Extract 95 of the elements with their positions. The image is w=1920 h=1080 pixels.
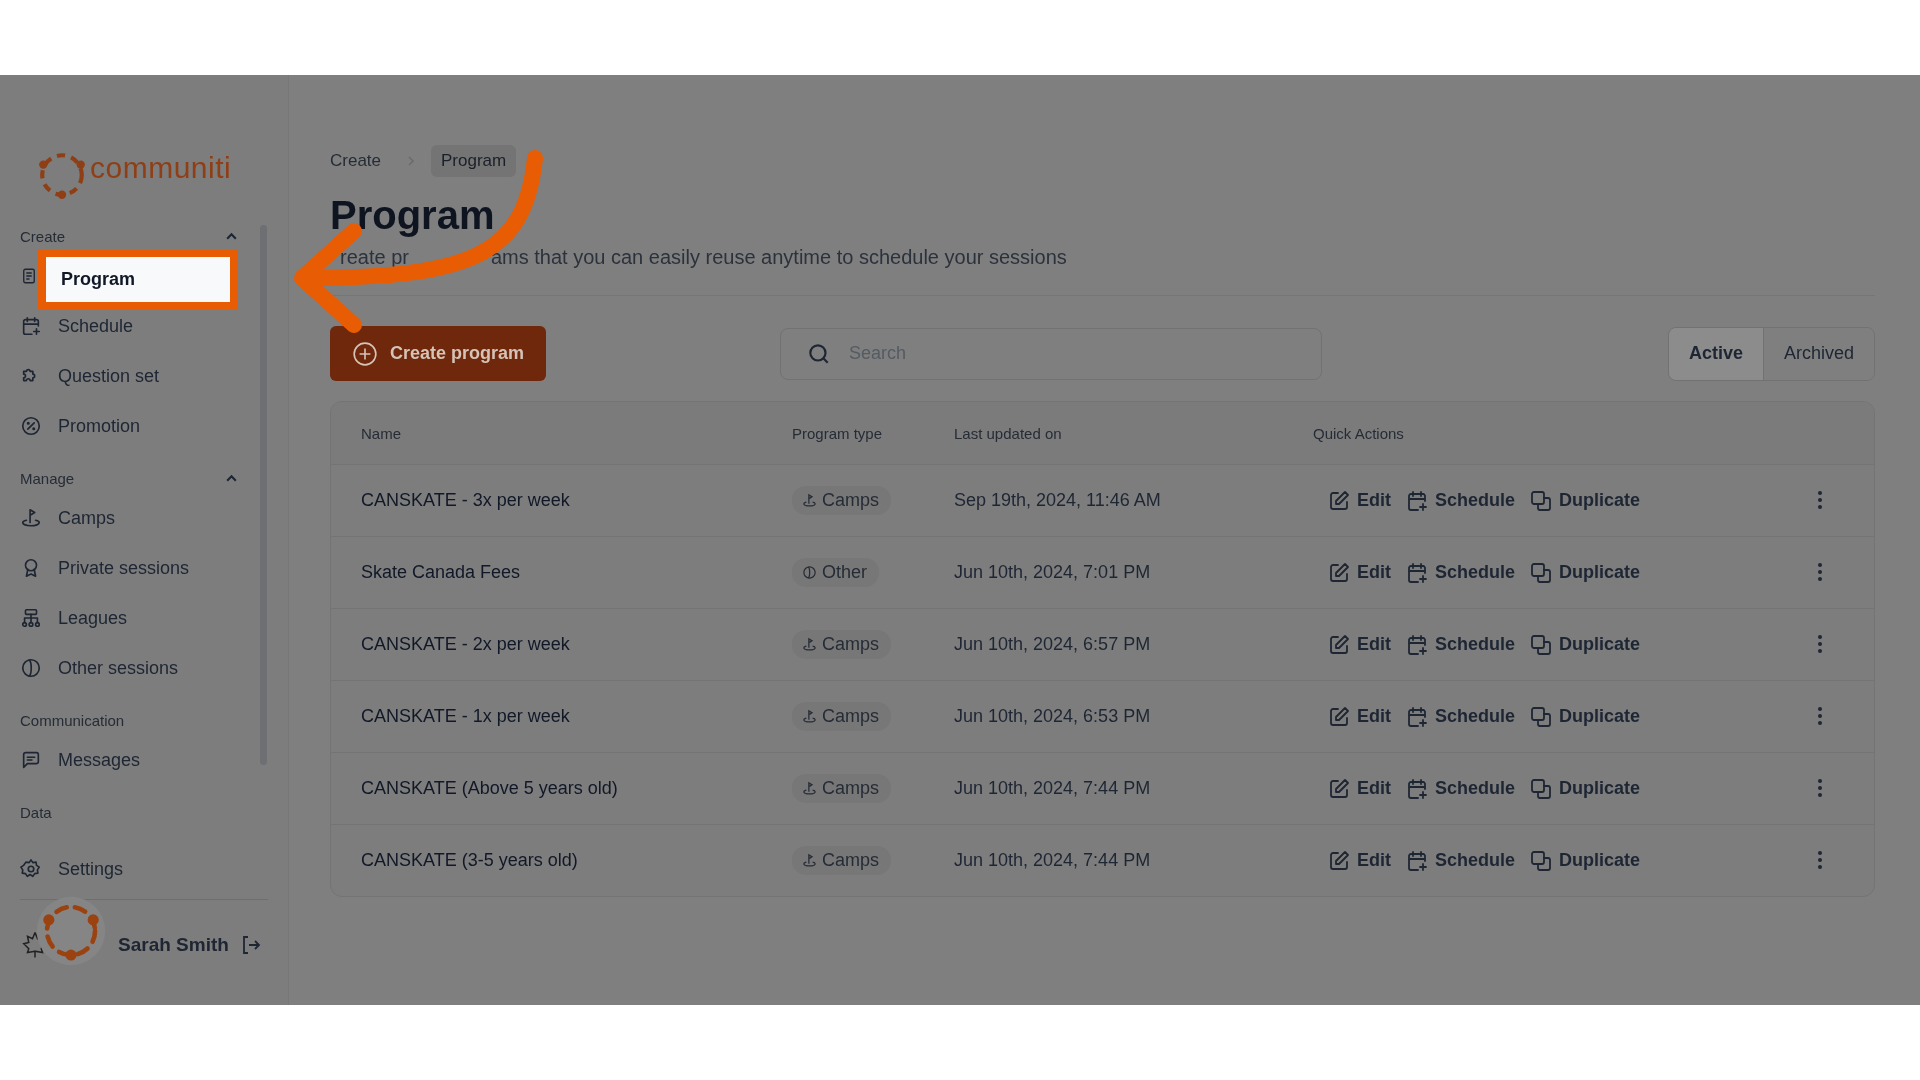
nav-item[interactable]: Question set: [58, 365, 160, 387]
half-circle-icon: [802, 565, 817, 580]
column-header: Quick Actions: [1313, 424, 1405, 442]
program-type-badge: Camps: [792, 630, 891, 659]
copy-icon: [1529, 632, 1554, 657]
bracket-icon: [20, 607, 42, 629]
copy-icon: [1529, 704, 1554, 729]
brand-name: communiti: [90, 151, 232, 185]
copy-icon: [1529, 488, 1554, 513]
table-cell-text: CANSKATE - 1x per week: [361, 706, 571, 727]
pencil-icon: [1327, 632, 1351, 657]
quick-action-button[interactable]: Duplicate: [1529, 776, 1641, 801]
calendar-plus-icon: [1405, 632, 1429, 657]
calendar-plus-icon: [1405, 704, 1429, 729]
nav-item[interactable]: Private sessions: [58, 557, 190, 579]
quick-action-button[interactable]: Schedule: [1405, 704, 1516, 729]
quick-action-button[interactable]: Edit: [1327, 560, 1391, 585]
copy-icon: [1529, 848, 1554, 873]
program-type-badge: Other: [792, 558, 880, 587]
page-title: Program: [330, 193, 496, 238]
quick-action-button[interactable]: Schedule: [1405, 632, 1516, 657]
table-cell-text: Jun 10th, 2024, 7:44 PM: [954, 850, 1152, 871]
percent-icon: [20, 415, 42, 437]
quick-action-button[interactable]: Edit: [1327, 776, 1391, 801]
copy-icon: [1529, 560, 1554, 585]
pencil-icon: [1327, 560, 1351, 585]
column-header: Program type: [792, 424, 884, 442]
flag-icon: [802, 781, 817, 796]
create-program-button[interactable]: Create program: [330, 326, 547, 381]
pencil-icon: [1327, 848, 1351, 873]
section-label: Communication: [20, 711, 125, 729]
nav-item[interactable]: Program: [38, 248, 238, 310]
calendar-plus-icon: [1405, 776, 1429, 801]
settings-icon: [20, 858, 42, 880]
column-header: Last updated on: [954, 424, 1063, 442]
nav-item[interactable]: Other sessions: [58, 657, 179, 679]
quick-action-button[interactable]: Edit: [1327, 704, 1391, 729]
program-type-badge: Camps: [792, 846, 891, 875]
table-cell-text: CANSKATE - 2x per week: [361, 634, 571, 655]
flag-icon: [20, 507, 42, 529]
quick-action-button[interactable]: Duplicate: [1529, 560, 1641, 585]
quick-action-button[interactable]: Schedule: [1405, 848, 1516, 873]
quick-action-button[interactable]: Duplicate: [1529, 632, 1641, 657]
table-cell-text: CANSKATE (3-5 years old): [361, 850, 579, 871]
section-label: Create: [20, 227, 66, 245]
quick-action-button[interactable]: Edit: [1327, 488, 1391, 513]
table-cell-text: Jun 10th, 2024, 6:53 PM: [954, 706, 1152, 727]
column-header: Name: [361, 424, 402, 442]
nav-item[interactable]: Promotion: [58, 415, 141, 437]
flag-icon: [802, 493, 817, 508]
flag-icon: [802, 853, 817, 868]
pencil-icon: [1327, 776, 1351, 801]
plus-circle-icon: [352, 340, 378, 367]
table-cell-text: Sep 19th, 2024, 11:46 AM: [954, 490, 1162, 511]
table-cell-text: Skate Canada Fees: [361, 562, 522, 583]
message-icon: [20, 749, 42, 771]
pencil-icon: [1327, 704, 1351, 729]
pencil-icon: [1327, 488, 1351, 513]
breadcrumb-link[interactable]: Program: [431, 145, 517, 177]
quick-action-button[interactable]: Duplicate: [1529, 848, 1641, 873]
calendar-plus-icon: [1405, 848, 1429, 873]
nav-item[interactable]: Messages: [58, 749, 141, 771]
filter-tab[interactable]: Active: [1668, 327, 1763, 380]
table-cell-text: Jun 10th, 2024, 7:01 PM: [954, 562, 1152, 583]
table-cell-text: Jun 10th, 2024, 6:57 PM: [954, 634, 1152, 655]
quick-action-button[interactable]: Edit: [1327, 632, 1391, 657]
quick-action-button[interactable]: Duplicate: [1529, 488, 1641, 513]
user-name: Sarah Smith: [118, 934, 229, 956]
calendar-plus-icon: [1405, 560, 1429, 585]
copy-icon: [1529, 776, 1554, 801]
quick-action-button[interactable]: Duplicate: [1529, 704, 1641, 729]
nav-item[interactable]: Schedule: [58, 315, 134, 337]
table-cell-text: CANSKATE (Above 5 years old): [361, 778, 619, 799]
quick-action-button[interactable]: Schedule: [1405, 488, 1516, 513]
quick-action-button[interactable]: Schedule: [1405, 560, 1516, 585]
section-label: Manage: [20, 469, 75, 487]
flag-icon: [802, 637, 817, 652]
quick-action-button[interactable]: Edit: [1327, 848, 1391, 873]
calendar-plus-icon: [20, 315, 42, 337]
table-cell-text: Jun 10th, 2024, 7:44 PM: [954, 778, 1152, 799]
settings-link[interactable]: Settings: [58, 858, 124, 880]
nav-item[interactable]: Leagues: [58, 607, 128, 629]
page-subtitle: ams that you can easily reuse anytime to schedule your sessions: [490, 246, 1067, 269]
section-label: Data: [20, 803, 52, 821]
nav-item[interactable]: Camps: [58, 507, 115, 529]
half-circle-icon: [20, 657, 42, 679]
flag-icon: [802, 709, 817, 724]
quick-action-button[interactable]: Schedule: [1405, 776, 1516, 801]
page-subtitle: reate pr: [340, 246, 409, 269]
table-cell-text: CANSKATE - 3x per week: [361, 490, 571, 511]
breadcrumb-link[interactable]: Create: [330, 145, 392, 177]
program-type-badge: Camps: [792, 702, 891, 731]
program-type-badge: Camps: [792, 486, 891, 515]
program-type-badge: Camps: [792, 774, 891, 803]
calendar-plus-icon: [1405, 488, 1429, 513]
